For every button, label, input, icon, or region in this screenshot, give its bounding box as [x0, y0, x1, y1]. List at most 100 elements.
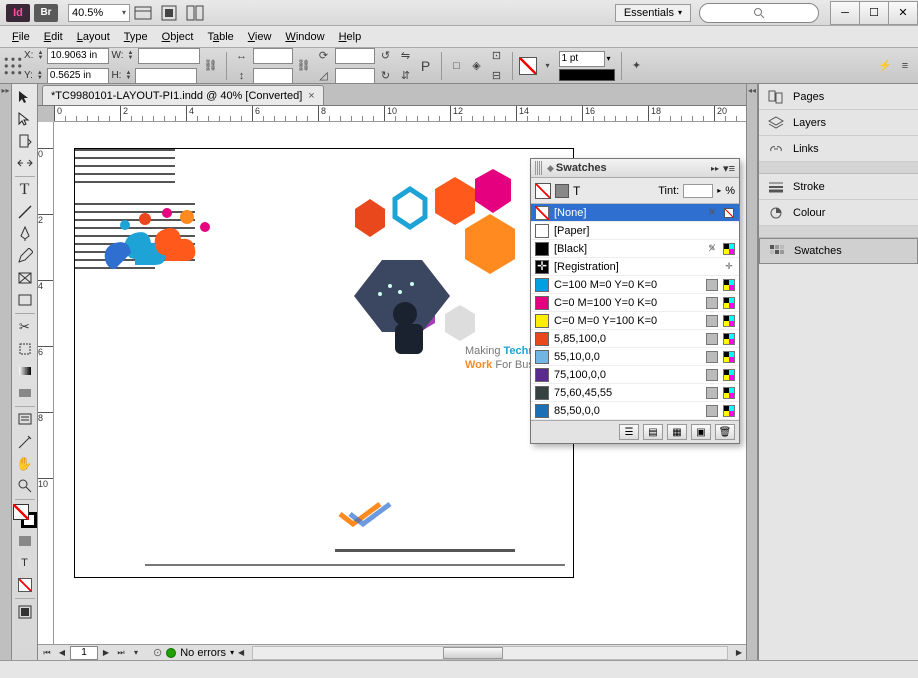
line-tool[interactable]: [13, 201, 37, 223]
rotate-cw-icon[interactable]: ↻: [377, 67, 395, 85]
formatting-container-icon[interactable]: [13, 530, 37, 552]
fill-proxy[interactable]: [519, 57, 537, 75]
menu-edit[interactable]: Edit: [38, 29, 69, 45]
rectangle-tool[interactable]: [13, 289, 37, 311]
swatch-container-toggle[interactable]: [555, 184, 569, 198]
flip-proxy-icon[interactable]: P: [417, 57, 435, 75]
tint-field[interactable]: [683, 184, 713, 198]
h-field[interactable]: [135, 68, 197, 84]
menu-file[interactable]: File: [6, 29, 36, 45]
gap-tool[interactable]: [13, 152, 37, 174]
zoom-tool[interactable]: [13, 475, 37, 497]
control-menu-icon[interactable]: ≡: [896, 57, 914, 75]
h-stepper[interactable]: ▲▼: [123, 67, 133, 85]
menu-table[interactable]: Table: [201, 29, 239, 45]
apply-none-icon[interactable]: [13, 574, 37, 596]
fitting-icon-2[interactable]: ⊟: [488, 67, 506, 85]
fitting-icon-1[interactable]: ⊡: [488, 47, 506, 65]
scale-y-field[interactable]: [253, 68, 293, 84]
select-content-icon[interactable]: ◈: [468, 57, 486, 75]
constrain-scale-icon[interactable]: ⛓: [295, 57, 313, 75]
swatch-fill-proxy[interactable]: [535, 183, 551, 199]
flip-h-icon[interactable]: ⇋: [397, 47, 415, 65]
free-transform-tool[interactable]: [13, 338, 37, 360]
panel-menu-icon[interactable]: ▾≡: [723, 162, 735, 175]
show-grid-icon[interactable]: ▦: [667, 424, 687, 440]
effects-icon[interactable]: ✦: [628, 57, 646, 75]
show-list-view-icon[interactable]: ☰: [619, 424, 639, 440]
x-field[interactable]: [47, 48, 109, 64]
first-page-button[interactable]: ⏮: [40, 646, 54, 660]
pencil-tool[interactable]: [13, 245, 37, 267]
prev-page-button[interactable]: ◀: [55, 646, 69, 660]
vertical-ruler[interactable]: 0246810: [38, 122, 54, 644]
swatch-row[interactable]: 85,50,0,0: [531, 402, 739, 420]
minimize-button[interactable]: ─: [830, 1, 860, 25]
preflight-status[interactable]: ⊙ No errors ▾: [153, 646, 234, 659]
close-button[interactable]: ✕: [888, 1, 918, 25]
right-dock-collapse[interactable]: ◂◂: [746, 84, 758, 660]
swatch-row[interactable]: [None]✎̸: [531, 204, 739, 222]
stroke-style-combo[interactable]: [559, 69, 615, 81]
swatch-row[interactable]: 75,60,45,55: [531, 384, 739, 402]
left-dock-collapse[interactable]: ▸▸: [0, 84, 12, 660]
menu-help[interactable]: Help: [333, 29, 368, 45]
menu-type[interactable]: Type: [118, 29, 154, 45]
panel-links[interactable]: Links: [759, 136, 918, 162]
panel-stroke[interactable]: Stroke: [759, 174, 918, 200]
swatch-row[interactable]: 5,85,100,0: [531, 330, 739, 348]
rectangle-frame-tool[interactable]: [13, 267, 37, 289]
tint-slider-icon[interactable]: ▸: [717, 186, 721, 195]
swatch-text-toggle[interactable]: T: [573, 184, 580, 198]
arrange-docs-icon[interactable]: [182, 0, 208, 26]
gradient-swatch-tool[interactable]: [13, 360, 37, 382]
scroll-right-button[interactable]: ▶: [732, 646, 746, 660]
scroll-left-button[interactable]: ◀: [234, 646, 248, 660]
hand-tool[interactable]: ✋: [13, 453, 37, 475]
menu-view[interactable]: View: [242, 29, 278, 45]
delete-swatch-button[interactable]: 🗑: [715, 424, 735, 440]
rotate-ccw-icon[interactable]: ↺: [377, 47, 395, 65]
preflight-popup-icon[interactable]: ⊙: [153, 646, 162, 659]
page-number-field[interactable]: [70, 646, 98, 660]
panel-pages[interactable]: Pages: [759, 84, 918, 110]
x-stepper[interactable]: ▲▼: [35, 47, 45, 65]
swatch-row[interactable]: 75,100,0,0: [531, 366, 739, 384]
workspace-switcher[interactable]: Essentials▾: [615, 4, 691, 22]
pen-tool[interactable]: [13, 223, 37, 245]
swatches-panel-title[interactable]: ◆ Swatches ▸▸ ▾≡: [531, 159, 739, 178]
menu-layout[interactable]: Layout: [71, 29, 116, 45]
zoom-combo[interactable]: 40.5%: [68, 4, 130, 22]
constrain-icon[interactable]: ⛓: [202, 57, 220, 75]
screen-mode-icon[interactable]: [156, 0, 182, 26]
type-tool[interactable]: T: [13, 179, 37, 201]
close-tab-icon[interactable]: ×: [308, 90, 314, 102]
quick-apply-icon[interactable]: ⚡: [876, 57, 894, 75]
horizontal-ruler[interactable]: 02468101214161820: [54, 106, 746, 122]
w-field[interactable]: [138, 48, 200, 64]
selection-tool[interactable]: [13, 86, 37, 108]
y-field[interactable]: [47, 68, 109, 84]
stroke-weight-field[interactable]: [559, 51, 605, 67]
panel-swatches[interactable]: Swatches: [759, 238, 918, 264]
y-stepper[interactable]: ▲▼: [35, 67, 45, 85]
swatch-row[interactable]: [Registration]✛: [531, 258, 739, 276]
scale-x-field[interactable]: [253, 48, 293, 64]
search-box[interactable]: [699, 3, 819, 23]
direct-selection-tool[interactable]: [13, 108, 37, 130]
swatch-row[interactable]: C=100 M=0 Y=0 K=0: [531, 276, 739, 294]
h-scrollbar[interactable]: [252, 646, 728, 660]
w-stepper[interactable]: ▲▼: [126, 47, 136, 65]
document-tab[interactable]: *TC9980101-LAYOUT-PI1.indd @ 40% [Conver…: [42, 85, 324, 105]
scissors-tool[interactable]: ✂: [13, 316, 37, 338]
panel-layers[interactable]: Layers: [759, 110, 918, 136]
note-tool[interactable]: [13, 409, 37, 431]
panel-collapse-icon[interactable]: ▸▸: [711, 164, 719, 173]
page-tool[interactable]: [13, 130, 37, 152]
view-options-icon[interactable]: [130, 0, 156, 26]
swatch-row[interactable]: 55,10,0,0: [531, 348, 739, 366]
fill-stroke-proxy[interactable]: [13, 502, 37, 530]
rotation-field[interactable]: [335, 48, 375, 64]
show-small-list-icon[interactable]: ▤: [643, 424, 663, 440]
select-container-icon[interactable]: □: [448, 57, 466, 75]
